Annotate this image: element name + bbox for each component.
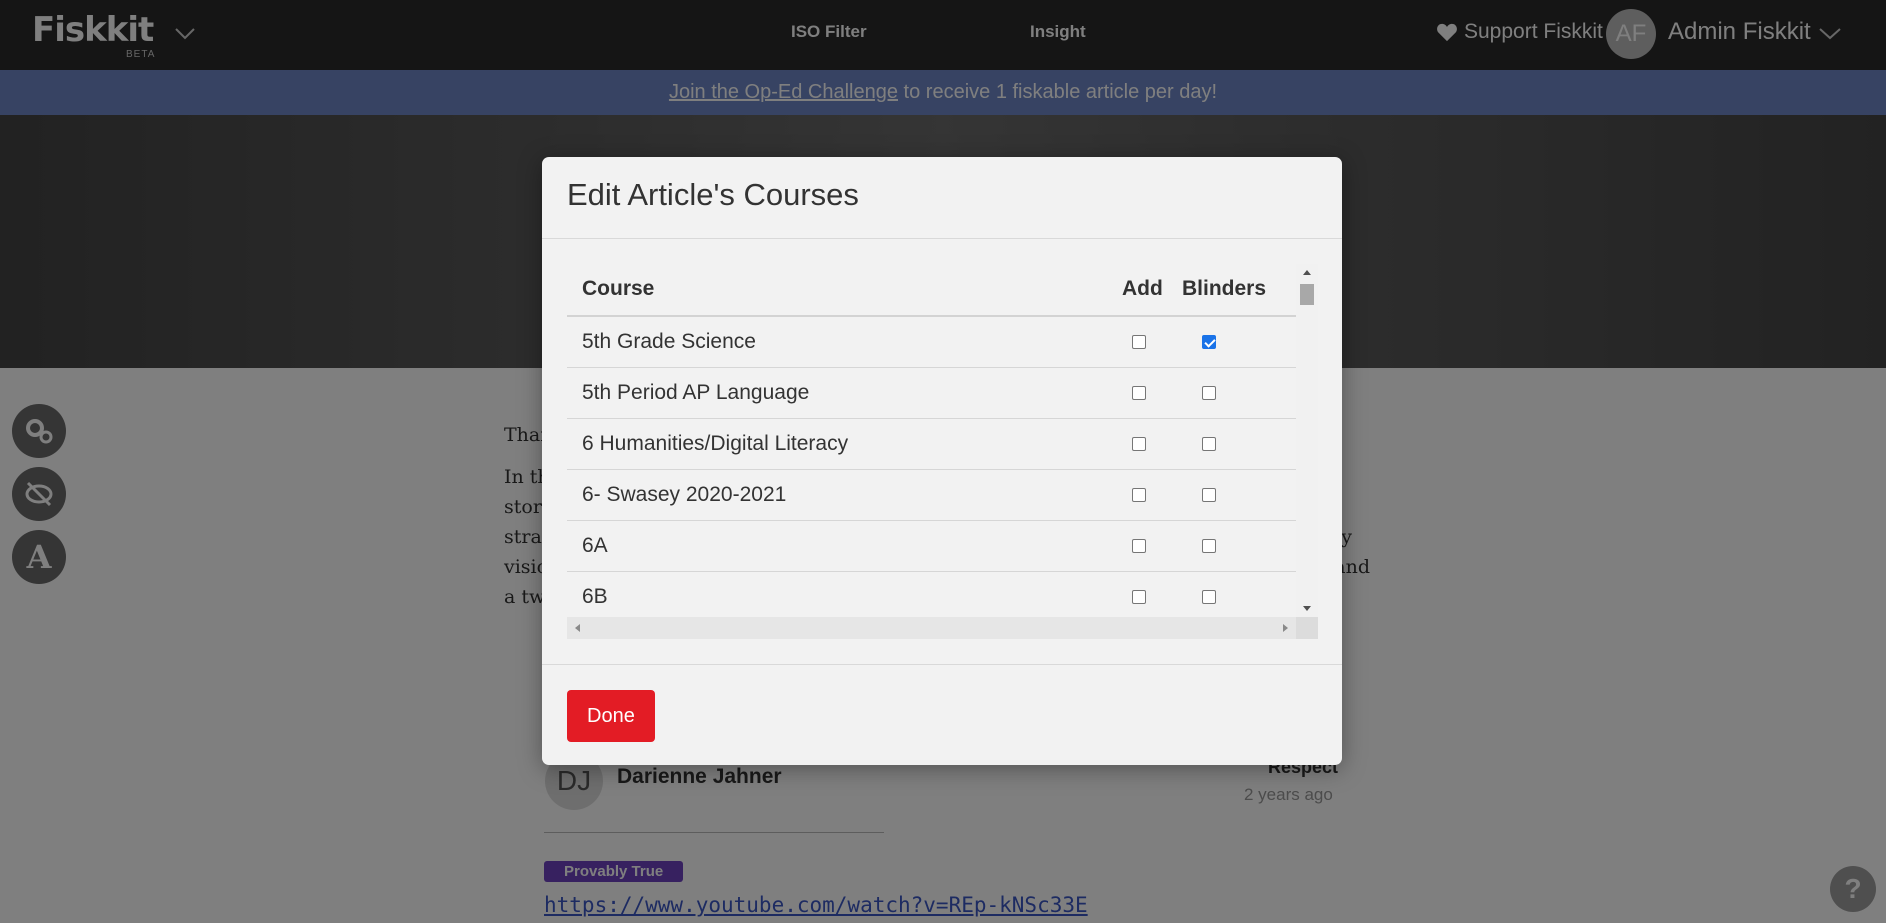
modal-footer: Done (542, 665, 1342, 765)
course-name: 6A (582, 534, 608, 557)
course-name: 6 Humanities/Digital Literacy (582, 432, 849, 455)
course-name: 6B (582, 585, 608, 608)
table-row: 6B (567, 572, 1296, 617)
add-checkbox[interactable] (1132, 335, 1146, 350)
add-cell (1112, 585, 1182, 609)
add-cell (1112, 483, 1182, 507)
table-body: 5th Grade Science 5th Period AP Language 6… (567, 317, 1296, 617)
modal-header: Edit Article's Courses (542, 157, 1342, 239)
table-row: 6- Swasey 2020-2021 (567, 470, 1296, 521)
add-checkbox[interactable] (1132, 539, 1146, 554)
scrollbar-corner (1296, 617, 1318, 639)
add-checkbox[interactable] (1132, 386, 1146, 401)
table-row: 6A (567, 521, 1296, 572)
add-cell (1112, 432, 1182, 456)
add-cell (1112, 330, 1182, 354)
table-row: 5th Grade Science (567, 317, 1296, 368)
blinders-cell (1182, 483, 1296, 507)
blinders-cell (1182, 585, 1296, 609)
course-name: 5th Period AP Language (582, 381, 810, 404)
blinders-checkbox[interactable] (1202, 386, 1216, 401)
scroll-left-arrow-icon[interactable] (575, 624, 580, 632)
course-name: 5th Grade Science (582, 330, 756, 353)
vertical-scrollbar[interactable] (1296, 264, 1318, 617)
blinders-cell (1182, 330, 1296, 354)
scroll-down-arrow-icon[interactable] (1303, 606, 1311, 611)
scroll-right-arrow-icon[interactable] (1283, 624, 1288, 632)
blinders-checkbox[interactable] (1202, 335, 1216, 350)
blinders-checkbox[interactable] (1202, 539, 1216, 554)
horizontal-scrollbar[interactable] (567, 617, 1296, 639)
column-header-blinders: Blinders (1182, 277, 1267, 300)
blinders-cell (1182, 432, 1296, 456)
column-header-add: Add (1122, 277, 1163, 300)
blinders-checkbox[interactable] (1202, 437, 1216, 452)
table-row: 6 Humanities/Digital Literacy (567, 419, 1296, 470)
add-checkbox[interactable] (1132, 488, 1146, 503)
add-cell (1112, 381, 1182, 405)
column-header-course: Course (582, 277, 655, 300)
scroll-up-arrow-icon[interactable] (1303, 270, 1311, 275)
modal-title: Edit Article's Courses (567, 177, 859, 212)
blinders-checkbox[interactable] (1202, 590, 1216, 605)
add-checkbox[interactable] (1132, 437, 1146, 452)
edit-courses-modal: Edit Article's Courses Course Add Blinde… (542, 157, 1342, 765)
add-checkbox[interactable] (1132, 590, 1146, 605)
done-button[interactable]: Done (567, 690, 655, 742)
table-row: 5th Period AP Language (567, 368, 1296, 419)
scroll-thumb[interactable] (1300, 284, 1314, 305)
blinders-checkbox[interactable] (1202, 488, 1216, 503)
blinders-cell (1182, 381, 1296, 405)
course-name: 6- Swasey 2020-2021 (582, 483, 787, 506)
add-cell (1112, 534, 1182, 558)
courses-table: Course Add Blinders 5th Grade Science 5th… (567, 264, 1296, 617)
blinders-cell (1182, 534, 1296, 558)
table-header: Course Add Blinders (567, 264, 1296, 317)
modal-body: Course Add Blinders 5th Grade Science 5th… (542, 239, 1342, 665)
